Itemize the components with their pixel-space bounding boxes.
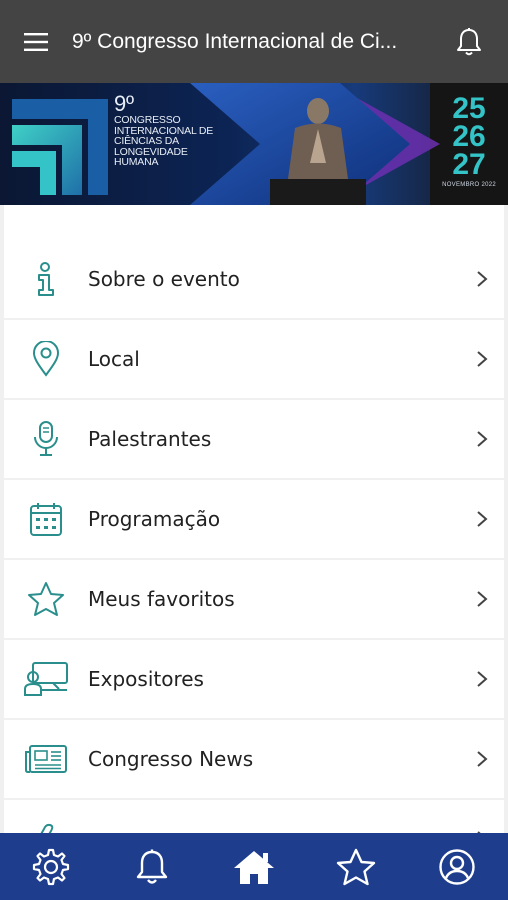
bottom-navigation (0, 833, 508, 900)
menu-item-partial[interactable] (4, 800, 504, 833)
user-icon (439, 848, 475, 885)
banner-ordinal: 9º (114, 91, 134, 116)
event-banner[interactable]: 9º Congresso Internacional de Ciências d… (0, 83, 508, 205)
chevron-right-icon (460, 350, 504, 368)
newspaper-icon (4, 744, 88, 774)
star-icon (336, 848, 375, 885)
list-top-spacer (4, 205, 504, 240)
chevron-right-icon (460, 510, 504, 528)
banner-month: NOVEMBRO 2022 (442, 182, 496, 188)
menu-item-congresso-news[interactable]: Congresso News (4, 720, 504, 798)
menu-item-sobre-o-evento[interactable]: Sobre o evento (4, 240, 504, 318)
main-menu-list: Sobre o evento Local Palestrantes Progra… (0, 205, 508, 833)
calendar-icon (4, 501, 88, 537)
menu-item-meus-favoritos[interactable]: Meus favoritos (4, 560, 504, 638)
home-icon (233, 850, 274, 884)
menu-item-programacao[interactable]: Programação (4, 480, 504, 558)
tab-home[interactable] (214, 833, 294, 900)
exhibitor-icon (4, 661, 88, 697)
banner-date-2: 26 (452, 120, 486, 153)
banner-background (0, 83, 508, 205)
hamburger-icon (24, 32, 48, 51)
tab-favorites[interactable] (316, 833, 396, 900)
tab-profile[interactable] (417, 833, 497, 900)
tab-settings[interactable] (11, 833, 91, 900)
menu-item-label: Expositores (88, 667, 204, 691)
banner-date-1: 25 (452, 92, 486, 125)
banner-event-name: Congresso Internacional de Ciências da L… (114, 114, 214, 168)
banner-title: 9º Congresso Internacional de Ciências d… (114, 93, 224, 168)
map-pin-icon (4, 341, 88, 377)
bell-icon (137, 849, 168, 884)
menu-item-local[interactable]: Local (4, 320, 504, 398)
menu-item-label: Local (88, 347, 140, 371)
menu-item-label: Meus favoritos (88, 587, 235, 611)
chevron-right-icon (460, 590, 504, 608)
banner-dates: 25 26 27 NOVEMBRO 2022 (442, 92, 496, 189)
chevron-right-icon (460, 270, 504, 288)
tab-notifications[interactable] (112, 833, 192, 900)
menu-item-label: Programação (88, 507, 221, 531)
chevron-right-icon (460, 670, 504, 688)
menu-item-label: Congresso News (88, 747, 254, 771)
info-icon (4, 261, 88, 297)
menu-item-label: Sobre o evento (88, 267, 240, 291)
star-icon (4, 581, 88, 617)
microphone-icon (4, 420, 88, 458)
menu-item-expositores[interactable]: Expositores (4, 640, 504, 718)
menu-item-palestrantes[interactable]: Palestrantes (4, 400, 504, 478)
notifications-button[interactable] (430, 0, 508, 83)
banner-date-3: 27 (452, 148, 486, 181)
chevron-right-icon (460, 430, 504, 448)
menu-item-label: Palestrantes (88, 427, 212, 451)
app-header: 9º Congresso Internacional de Ci... (0, 0, 508, 83)
chevron-right-icon (460, 750, 504, 768)
bell-icon (457, 27, 481, 55)
gear-icon (32, 848, 69, 885)
page-title: 9º Congresso Internacional de Ci... (72, 29, 398, 53)
menu-button[interactable] (0, 0, 72, 83)
paperclip-icon (4, 821, 88, 833)
